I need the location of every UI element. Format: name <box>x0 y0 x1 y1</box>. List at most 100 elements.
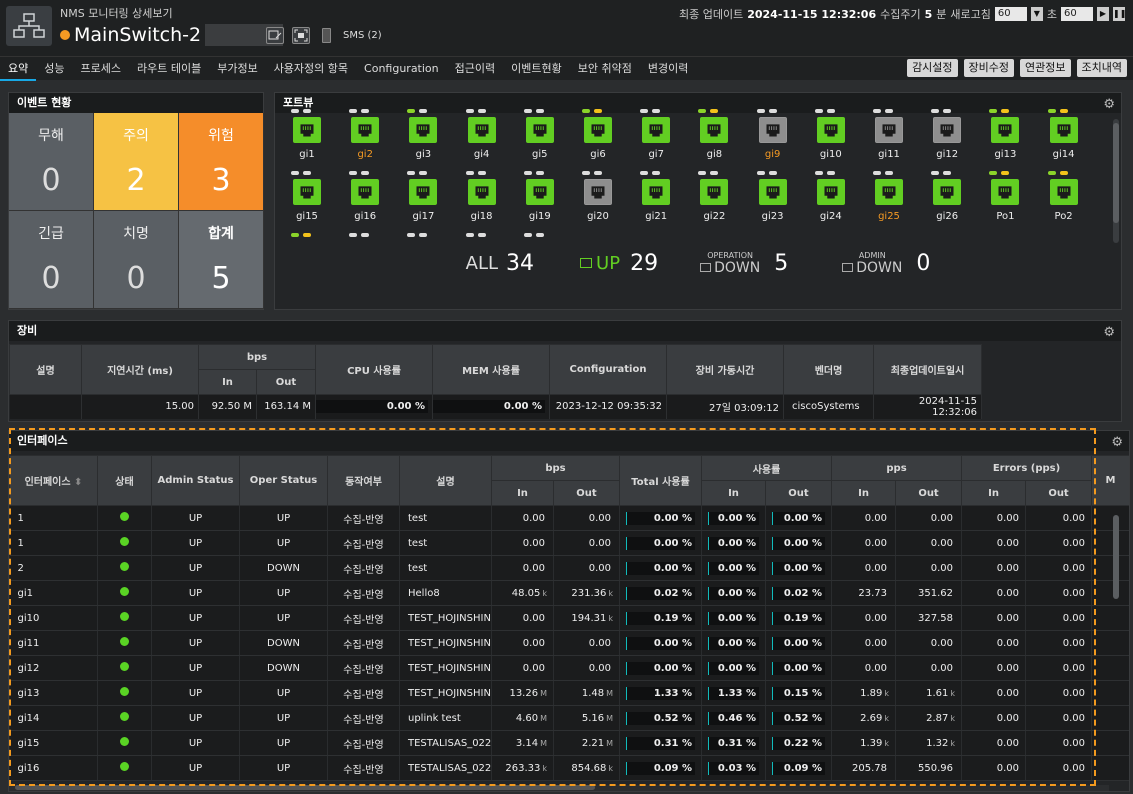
action-button-2[interactable]: 연관정보 <box>1020 59 1071 77</box>
tab-8[interactable]: 이벤트현황 <box>503 57 570 81</box>
refresh-select[interactable]: 60 <box>994 7 1027 21</box>
col-state: 상태 <box>97 455 152 506</box>
table-row[interactable]: gi12 UP DOWN 수집-반영 TEST_HOJINSHIN 0.00 0.00 0.0… <box>9 655 1129 681</box>
pause-icon[interactable]: ❚❚ <box>1113 7 1126 21</box>
usage-fill <box>708 536 709 550</box>
led-right <box>361 109 370 113</box>
port-gi24[interactable]: gi24 <box>807 171 847 231</box>
port-gi15[interactable]: gi15 <box>283 171 323 231</box>
port-gi19[interactable]: gi19 <box>516 171 556 231</box>
last-update-label: 최종 업데이트 <box>678 8 744 21</box>
unit: k <box>542 763 547 773</box>
action-button-0[interactable]: 감시설정 <box>907 59 958 77</box>
sms-button[interactable]: SMS (2) <box>322 28 382 43</box>
gear-icon[interactable]: ⚙ <box>1103 95 1115 115</box>
port-gi20[interactable]: gi20 <box>574 171 614 231</box>
port-gi4[interactable]: gi4 <box>458 109 498 169</box>
port-gi26[interactable]: gi26 <box>923 171 963 231</box>
event-cell-3[interactable]: 긴급 0 <box>9 211 94 309</box>
port-gi11[interactable]: gi11 <box>865 109 905 169</box>
port-Po2[interactable]: Po2 <box>1040 171 1080 231</box>
cell-more <box>1091 630 1129 656</box>
event-cell-0[interactable]: 무해 0 <box>9 113 94 211</box>
table-row[interactable]: gi15 UP UP 수집-반영 TESTALISAS_0227 3.14 M 2.21 M 0.… <box>9 730 1129 756</box>
led-right <box>535 171 544 175</box>
gear-icon[interactable]: ⚙ <box>1103 323 1115 343</box>
table-row[interactable]: 2 UP DOWN 수집-반영 test 0.00 0.00 0.00 % 0.00 % 0.00… <box>9 555 1129 581</box>
cell-errors-out: 0.00 <box>1025 580 1093 606</box>
interface-scrollbar[interactable] <box>1113 515 1119 599</box>
port-gi18[interactable]: gi18 <box>458 171 498 231</box>
port-gi9[interactable]: gi9 <box>749 109 789 169</box>
value: 13.26 <box>509 687 539 699</box>
seconds-select[interactable]: 60 <box>1061 7 1093 21</box>
port-gi1[interactable]: gi1 <box>283 109 323 169</box>
value: 0.00 <box>588 562 611 574</box>
h-scrollbar[interactable] <box>15 785 595 790</box>
cell-errors-in: 0.00 <box>961 555 1027 581</box>
table-row[interactable]: gi14 UP UP 수집-반영 uplink test 4.60 M 5.16 M 0.52 %… <box>9 705 1129 731</box>
port-gi5[interactable]: gi5 <box>516 109 556 169</box>
sort-icon[interactable]: ⬍ <box>74 477 82 488</box>
value: 0.00 <box>588 537 611 549</box>
port-gi6[interactable]: gi6 <box>574 109 614 169</box>
tab-2[interactable]: 프로세스 <box>73 57 129 81</box>
gear-icon[interactable]: ⚙ <box>1111 433 1123 453</box>
port-gi21[interactable]: gi21 <box>632 171 672 231</box>
port-gi25[interactable]: gi25 <box>865 171 905 231</box>
col-errors-out: Out <box>1025 480 1093 506</box>
port-gi7[interactable]: gi7 <box>632 109 672 169</box>
port-gi17[interactable]: gi17 <box>399 171 439 231</box>
port-gi23[interactable]: gi23 <box>749 171 789 231</box>
port-gi13[interactable]: gi13 <box>981 109 1021 169</box>
event-cell-1[interactable]: 주의 2 <box>94 113 179 211</box>
tab-0[interactable]: 요약 <box>0 57 37 81</box>
port-gi8[interactable]: gi8 <box>690 109 730 169</box>
fullscreen-icon[interactable] <box>292 27 310 44</box>
ethernet-port-icon <box>467 179 496 205</box>
cell-usage-out: 0.00 % <box>765 530 833 556</box>
port-scrollbar[interactable] <box>1113 123 1119 223</box>
cell-state <box>97 730 152 756</box>
action-button-3[interactable]: 조치내역 <box>1076 59 1127 77</box>
table-row[interactable]: 1 UP UP 수집-반영 test 0.00 0.00 0.00 % 0.00 % 0.00 %… <box>9 530 1129 556</box>
usage-value: 0.00 % <box>653 562 692 574</box>
chevron-down-icon[interactable]: ▼ <box>1030 7 1043 21</box>
tab-6[interactable]: Configuration <box>356 57 447 81</box>
edit-device-icon[interactable] <box>266 27 284 44</box>
port-gi2[interactable]: gi2 <box>341 109 381 169</box>
port-led-icon <box>349 109 377 113</box>
led-right <box>419 109 428 113</box>
tab-3[interactable]: 라우트 테이블 <box>129 57 209 81</box>
table-row[interactable]: gi16 UP UP 수집-반영 TESTALISAS_0227 263.33 k 854.6… <box>9 755 1129 781</box>
tab-4[interactable]: 부가정보 <box>209 57 265 81</box>
table-row[interactable]: gi11 UP DOWN 수집-반영 TEST_HOJINSHIN 0.00 0.00 0.0… <box>9 630 1129 656</box>
port-gi10[interactable]: gi10 <box>807 109 847 169</box>
cell-bps-out: 854.68 k <box>553 755 620 781</box>
port-gi22[interactable]: gi22 <box>690 171 730 231</box>
port-Po1[interactable]: Po1 <box>981 171 1021 231</box>
event-cell-2[interactable]: 위험 3 <box>179 113 264 211</box>
action-button-1[interactable]: 장비수정 <box>963 59 1015 77</box>
col-interface[interactable]: 인터페이스 ⬍ <box>9 455 98 506</box>
led-right <box>768 171 777 175</box>
table-row[interactable]: gi10 UP UP 수집-반영 TEST_HOJINSHIN 0.00 194.31 k 0.… <box>9 605 1129 631</box>
table-row[interactable]: gi13 UP UP 수집-반영 TEST_HOJINSHIN 13.26 M 1.48 M 1.… <box>9 680 1129 706</box>
table-row[interactable]: gi1 UP UP 수집-반영 Hello8 48.05 k 231.36 k 0.02 % 0.0… <box>9 580 1129 606</box>
tab-9[interactable]: 보안 취약점 <box>570 57 640 81</box>
tab-5[interactable]: 사용자정의 항목 <box>266 57 356 81</box>
port-gi12[interactable]: gi12 <box>923 109 963 169</box>
table-row[interactable]: 1 UP UP 수집-반영 test 0.00 0.00 0.00 % 0.00 % 0.00 %… <box>9 505 1129 531</box>
port-gi3[interactable]: gi3 <box>399 109 439 169</box>
play-icon[interactable]: ▶ <box>1097 7 1109 21</box>
port-gi14[interactable]: gi14 <box>1040 109 1080 169</box>
tab-10[interactable]: 변경이력 <box>640 57 696 81</box>
port-gi16[interactable]: gi16 <box>341 171 381 231</box>
event-cell-4[interactable]: 치명 0 <box>94 211 179 309</box>
tab-7[interactable]: 접근이력 <box>447 57 503 81</box>
tab-1[interactable]: 성능 <box>36 57 72 81</box>
col-errors-in: In <box>961 480 1027 506</box>
h-scroll-track <box>9 785 1109 791</box>
usage-fill <box>626 686 627 700</box>
event-cell-5[interactable]: 합계 5 <box>179 211 264 309</box>
